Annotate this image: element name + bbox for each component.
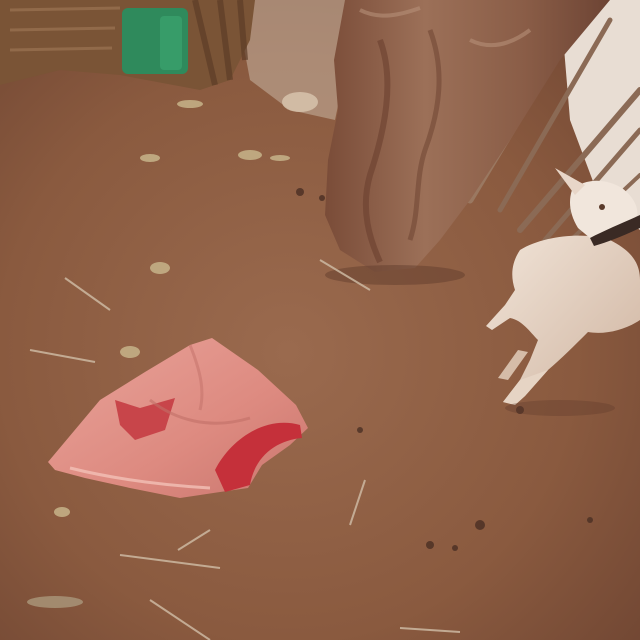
green-jerrycan <box>122 8 188 74</box>
photo-scene <box>0 0 640 640</box>
photo-illustration <box>0 0 640 640</box>
